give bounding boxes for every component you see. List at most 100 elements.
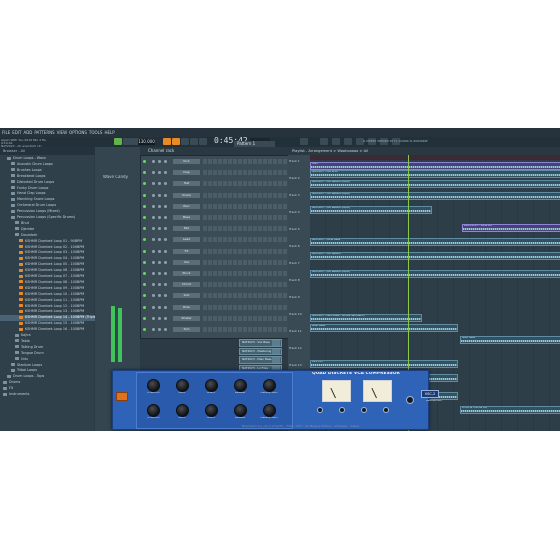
- track-label[interactable]: Track 2: [289, 177, 300, 180]
- channel-led[interactable]: [143, 238, 146, 242]
- pan-knob[interactable]: [152, 249, 155, 253]
- snap-icon[interactable]: [300, 138, 308, 145]
- mixer-track-knob[interactable]: [164, 328, 167, 331]
- audio-clip[interactable]: NAT2023 - Vox Reverb (Arpa): [310, 270, 560, 278]
- compressor-knob[interactable]: [147, 379, 160, 392]
- pattern-arrow-icon[interactable]: [272, 348, 280, 355]
- channel-row[interactable]: Lead: [143, 237, 287, 243]
- step-sequencer[interactable]: [203, 282, 287, 288]
- channel-led[interactable]: [143, 316, 146, 320]
- track-label[interactable]: Track 1: [289, 160, 300, 163]
- track-label[interactable]: Track 3: [289, 194, 300, 197]
- pattern-arrow-icon[interactable]: [272, 357, 280, 363]
- audio-clip[interactable]: NAT2023 - Vox Reverb: [310, 252, 560, 260]
- volume-knob[interactable]: [158, 204, 161, 208]
- mixer-track-knob[interactable]: [164, 294, 167, 298]
- volume-knob[interactable]: [158, 272, 161, 275]
- mixer-track-knob[interactable]: [164, 182, 167, 186]
- volume-knob[interactable]: [158, 249, 161, 253]
- volume-knob[interactable]: [158, 305, 161, 309]
- channel-name-button[interactable]: Lead: [173, 237, 200, 243]
- volume-knob[interactable]: [158, 182, 161, 186]
- step-sequencer[interactable]: [203, 304, 287, 310]
- pattern-item[interactable]: NAT2023 - Vox Bass: [239, 339, 282, 347]
- pattern-item[interactable]: NAT2023 - Mastering: [239, 347, 282, 356]
- playlist-icon[interactable]: [320, 138, 328, 145]
- channel-name-button[interactable]: Perc: [173, 203, 200, 209]
- menu-item-options[interactable]: OPTIONS: [69, 128, 87, 137]
- mixer-track-knob[interactable]: [164, 204, 167, 208]
- volume-knob[interactable]: [158, 227, 161, 231]
- browser-header[interactable]: Browser - All: [0, 147, 97, 155]
- audio-clip[interactable]: Intro: [310, 162, 560, 170]
- audio-clip[interactable]: Main Bass: [310, 324, 458, 332]
- pan-knob[interactable]: [152, 193, 155, 197]
- step-sequencer[interactable]: [203, 226, 287, 232]
- mixer-track-knob[interactable]: [164, 193, 167, 197]
- compressor-knob[interactable]: [176, 404, 189, 417]
- channel-led[interactable]: [143, 182, 146, 186]
- step-sequencer[interactable]: [203, 315, 287, 321]
- channel-row[interactable]: Vox: [143, 259, 287, 265]
- meter-select-button[interactable]: [383, 407, 389, 413]
- channel-row[interactable]: Tom: [143, 327, 287, 332]
- channel-row[interactable]: Chord: [143, 282, 287, 288]
- channel-name-button[interactable]: Bass: [173, 215, 200, 220]
- piano-roll-icon[interactable]: [332, 138, 340, 145]
- audio-clip[interactable]: NAT2023 - Vox Reverb (Arpa): [310, 192, 560, 200]
- power-button[interactable]: [406, 396, 414, 404]
- volume-knob[interactable]: [158, 216, 161, 219]
- channel-led[interactable]: [143, 305, 146, 309]
- volume-knob[interactable]: [158, 171, 161, 175]
- audio-clip[interactable]: Drum & Chorus 1st: [460, 406, 560, 414]
- volume-knob[interactable]: [158, 260, 161, 264]
- channel-led[interactable]: [143, 249, 146, 253]
- audio-clip[interactable]: NAT2023 - Vox Brus: [310, 170, 560, 178]
- mixer-track-knob[interactable]: [164, 249, 167, 253]
- channel-led[interactable]: [143, 171, 146, 175]
- blend-notes-icon[interactable]: [172, 138, 180, 145]
- step-sequencer[interactable]: [203, 170, 287, 176]
- channel-name-button[interactable]: Shaker: [173, 315, 200, 321]
- mixer-track-knob[interactable]: [164, 260, 167, 264]
- pan-knob[interactable]: [152, 283, 155, 287]
- channel-row[interactable]: Ride: [143, 304, 287, 310]
- channel-row[interactable]: Bass: [143, 215, 287, 220]
- track-label[interactable]: Track 8: [289, 279, 300, 282]
- channel-row[interactable]: Hat: [143, 181, 287, 187]
- channel-led[interactable]: [143, 260, 146, 264]
- channel-row[interactable]: Snare: [143, 192, 287, 198]
- compressor-knob[interactable]: [176, 379, 189, 392]
- step-sequencer[interactable]: [203, 237, 287, 243]
- pan-knob[interactable]: [152, 294, 155, 298]
- mixer-track-knob[interactable]: [164, 305, 167, 309]
- track-label[interactable]: Track 12: [289, 347, 302, 350]
- menu-item-help[interactable]: HELP: [104, 128, 114, 137]
- pan-knob[interactable]: [152, 171, 155, 175]
- channel-name-button[interactable]: Snare: [173, 192, 200, 198]
- track-label[interactable]: Track 7: [289, 262, 300, 265]
- channel-row[interactable]: Clap: [143, 170, 287, 176]
- channel-name-button[interactable]: Sub: [173, 293, 200, 299]
- pan-knob[interactable]: [152, 328, 155, 331]
- channel-name-button[interactable]: Pad: [173, 226, 200, 232]
- channel-name-button[interactable]: Kick: [173, 159, 200, 164]
- link-button[interactable]: [339, 407, 345, 413]
- audio-clip[interactable]: Main Bass: [460, 336, 560, 344]
- compressor-knob[interactable]: [234, 404, 247, 417]
- browser-icon[interactable]: [344, 138, 352, 145]
- step-sequencer[interactable]: [203, 203, 287, 209]
- step-sequencer[interactable]: [203, 181, 287, 187]
- pan-knob[interactable]: [152, 238, 155, 242]
- channel-led[interactable]: [143, 227, 146, 231]
- track-label[interactable]: Track 5: [289, 228, 300, 231]
- channel-name-button[interactable]: Tom: [173, 327, 200, 332]
- channel-row[interactable]: Pad: [143, 226, 287, 232]
- mixer-track-knob[interactable]: [164, 238, 167, 242]
- menu-item-edit[interactable]: EDIT: [12, 128, 21, 137]
- step-sequencer[interactable]: [203, 293, 287, 299]
- pan-knob[interactable]: [152, 272, 155, 275]
- channel-led[interactable]: [143, 328, 146, 331]
- volume-knob[interactable]: [158, 328, 161, 331]
- pan-knob[interactable]: [152, 182, 155, 186]
